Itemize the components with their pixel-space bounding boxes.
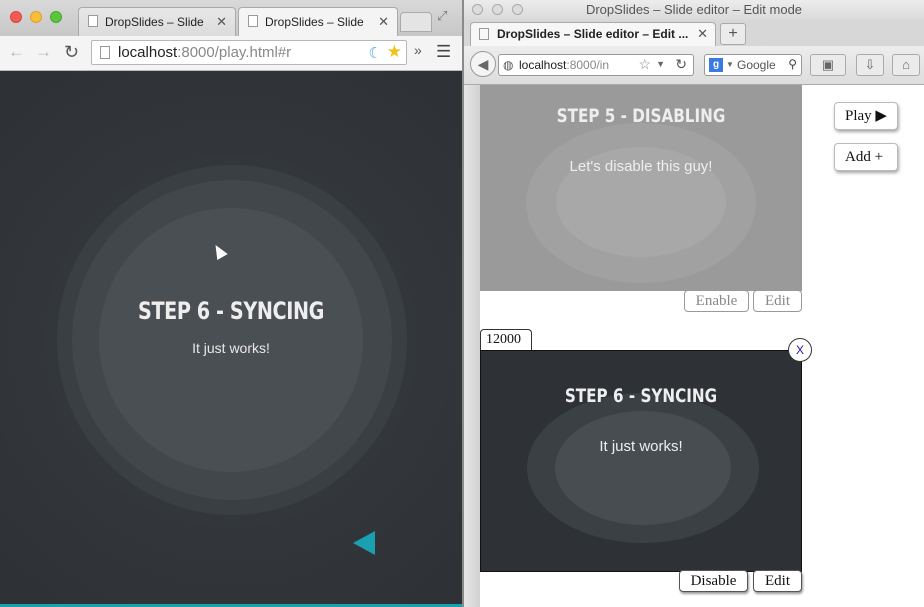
new-tab-button[interactable]: + [720,23,746,45]
page-icon [100,46,110,59]
firefox-tab[interactable]: DropSlides – Slide editor – Edit ... ✕ [470,22,716,46]
firefox-tab-bar: DropSlides – Slide editor – Edit ... ✕ + [464,20,924,46]
slide-title: STEP 6 - SYNCING [564,385,718,407]
previous-slide-arrow-icon[interactable] [353,531,375,555]
page-icon [88,15,98,27]
slide-title: STEP 5 - DISABLING [556,105,726,127]
extension-icon[interactable]: ☾ [369,44,382,62]
close-icon[interactable]: ✕ [216,14,227,30]
google-icon: g [709,58,723,72]
page-icon [248,15,258,27]
page-icon [479,28,489,40]
enable-button[interactable]: Enable [684,290,749,312]
url-text: localhost:8000/in [519,58,609,72]
slide-card-disabled[interactable]: STEP 5 - DISABLING Let's disable this gu… [480,85,802,291]
back-arrow-icon[interactable]: ◀ [470,51,496,77]
decorative-ring [555,411,731,525]
download-icon[interactable]: ⇩ [856,54,884,76]
back-arrow-icon[interactable]: ← [8,42,25,62]
forward-arrow-icon[interactable]: → [35,42,52,62]
zoom-window-button[interactable] [50,11,62,23]
edit-button[interactable]: Edit [753,570,802,592]
close-window-button[interactable] [10,11,22,23]
menu-icon[interactable]: ☰ [436,42,451,62]
firefox-toolbar: ◀ ◍ localhost:8000/in ☆ ▼ ↻ g ▼ Google ⚲… [464,46,924,85]
chrome-tab-2[interactable]: DropSlides – Slide e ✕ [238,7,398,36]
slide-subtitle: It just works! [192,340,270,356]
chevron-down-icon[interactable]: ▼ [726,60,734,69]
slide-subtitle: Let's disable this guy! [569,158,713,175]
bookmark-star-icon[interactable]: ★ [387,42,402,62]
slide-player: STEP 6 - SYNCING It just works! [0,71,462,607]
bookmarks-icon[interactable]: ▣ [810,54,846,76]
slide-subtitle: It just works! [599,438,683,455]
tab-title: DropSlides – Slide e [105,15,205,29]
bookmark-star-icon[interactable]: ☆ [638,56,651,73]
window-title: DropSlides – Slide editor – Edit mode [585,2,803,17]
overflow-chevron-button[interactable]: » [414,42,422,58]
slide-card-enabled[interactable]: STEP 6 - SYNCING It just works! [480,350,802,572]
remove-slide-button[interactable]: X [788,338,812,362]
edit-button[interactable]: Edit [753,290,802,312]
close-icon[interactable]: ✕ [378,14,389,30]
address-bar[interactable]: localhost:8000/play.html#r ☾ ★ [91,40,407,65]
chrome-tab-1[interactable]: DropSlides – Slide e ✕ [78,7,236,36]
search-input[interactable]: g ▼ Google ⚲ [704,54,802,76]
tab-title: DropSlides – Slide e [265,15,365,29]
reload-icon[interactable]: ↻ [675,56,687,73]
play-button[interactable]: Play ▶ [834,102,898,130]
editor-left-rail [464,85,480,607]
chevron-down-icon[interactable]: ▼ [656,59,665,69]
firefox-titlebar: DropSlides – Slide editor – Edit mode [464,0,924,20]
close-icon[interactable]: ✕ [697,26,708,42]
new-tab-button[interactable] [400,12,432,32]
chrome-window: DropSlides – Slide e ✕ DropSlides – Slid… [0,0,462,607]
url-host: localhost [118,44,178,61]
url-path: :8000/play.html#r [177,44,292,61]
address-bar[interactable]: ◍ localhost:8000/in ☆ ▼ ↻ [498,54,694,76]
home-icon[interactable]: ⌂ [892,54,920,76]
search-placeholder: Google [737,58,776,72]
reload-icon[interactable]: ↻ [64,42,79,62]
firefox-window: DropSlides – Slide editor – Edit mode Dr… [464,0,924,607]
minimize-window-button[interactable] [30,11,42,23]
url-text: localhost:8000/play.html#r [118,44,291,61]
search-icon[interactable]: ⚲ [788,57,797,71]
chrome-tab-bar: DropSlides – Slide e ✕ DropSlides – Slid… [0,0,462,36]
disable-button[interactable]: Disable [679,570,748,592]
globe-icon: ◍ [503,58,514,72]
url-path: :8000/in [566,58,610,72]
slide-duration-field[interactable]: 12000 [480,329,532,350]
chrome-toolbar: ← → ↻ localhost:8000/play.html#r ☾ ★ » ☰ [0,36,462,71]
add-slide-button[interactable]: Add + [834,143,898,171]
slide-title: STEP 6 - SYNCING [138,297,324,325]
fullscreen-icon[interactable]: ⤢ [437,8,447,24]
url-host: localhost [519,58,567,72]
tab-title: DropSlides – Slide editor – Edit ... [497,27,689,41]
slide-editor: STEP 5 - DISABLING Let's disable this gu… [464,85,924,607]
